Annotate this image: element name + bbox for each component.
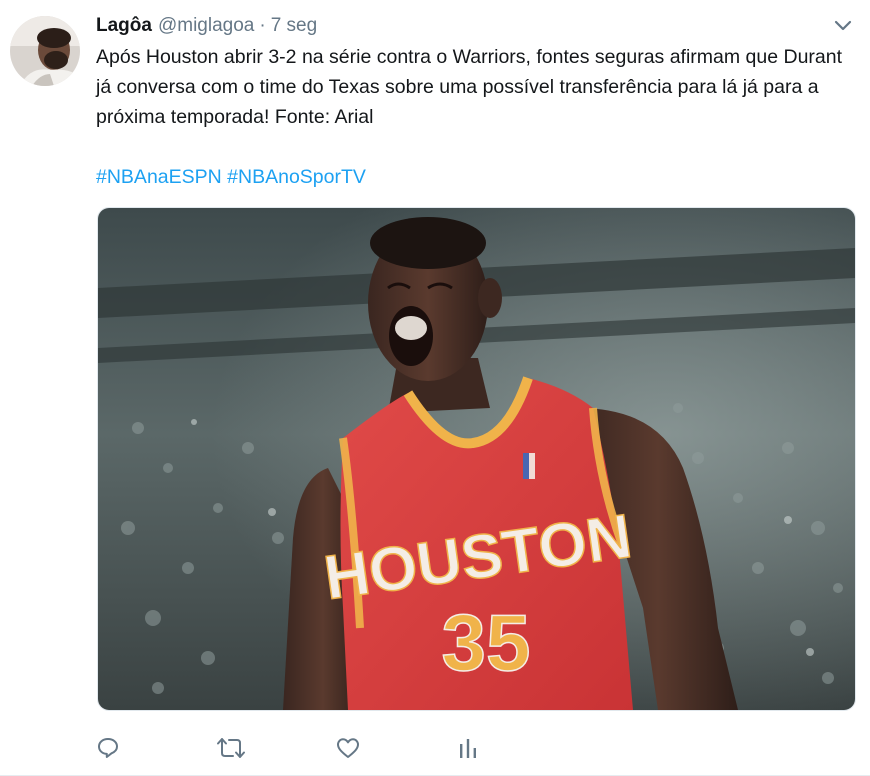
tweet: Lagôa @miglagoa · 7 seg Após Houston abr…: [0, 0, 870, 776]
avatar-image: [10, 16, 80, 86]
retweet-icon: [217, 738, 245, 758]
jersey-number: 35: [442, 598, 531, 687]
tweet-body: Após Houston abrir 3-2 na série contra o…: [96, 46, 843, 128]
hashtag-nbanosportv[interactable]: #NBAnoSporTV: [227, 166, 366, 188]
author-handle[interactable]: @miglagoa: [158, 15, 254, 37]
tweet-text: Após Houston abrir 3-2 na série contra o…: [96, 42, 856, 132]
reply-icon: [98, 738, 118, 758]
retweet-button[interactable]: [216, 732, 336, 764]
header-separator: ·: [259, 15, 266, 36]
tweet-header: Lagôa @miglagoa · 7 seg: [96, 12, 317, 40]
author-name[interactable]: Lagôa: [96, 15, 152, 37]
tweet-actions: [96, 732, 576, 764]
tweet-media-photo[interactable]: HOUSTON 35: [97, 207, 856, 711]
avatar[interactable]: [10, 16, 80, 86]
like-icon: [337, 738, 359, 758]
hashtag-list: #NBAnaESPN #NBAnoSporTV: [96, 162, 366, 192]
player-photo: HOUSTON 35: [98, 208, 855, 710]
hashtag-nbanaespn[interactable]: #NBAnaESPN: [96, 166, 222, 188]
like-button[interactable]: [336, 732, 456, 764]
timestamp[interactable]: 7 seg: [271, 15, 317, 37]
analytics-icon: [460, 739, 476, 758]
reply-button[interactable]: [96, 732, 216, 764]
analytics-button[interactable]: [456, 732, 576, 764]
more-options-chevron-down-icon[interactable]: [832, 14, 854, 36]
